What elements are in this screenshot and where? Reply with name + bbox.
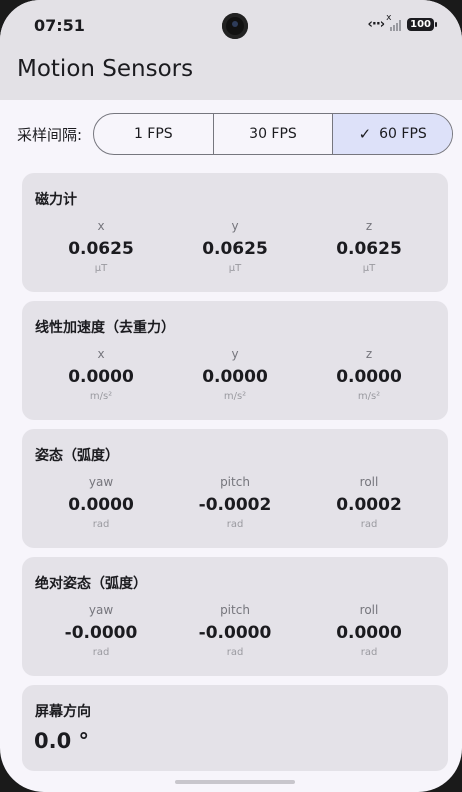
- sampling-label: 采样间隔:: [17, 125, 83, 144]
- axis-unit: rad: [226, 647, 244, 658]
- card-title: 屏幕方向: [35, 704, 91, 720]
- axis-unit: μT: [228, 263, 242, 274]
- axis-column: y 0.0000 m/s²: [168, 347, 302, 402]
- axis-unit: rad: [92, 647, 110, 658]
- axis-column: x 0.0625 μT: [34, 219, 168, 274]
- axis-column: yaw 0.0000 rad: [34, 475, 168, 530]
- top-app-bar: 07:51 ‹··› x 100 Motion Sensors: [0, 0, 462, 100]
- absolute-attitude-card: 绝对姿态（弧度） yaw -0.0000 rad pitch -0.0000 r…: [22, 557, 448, 676]
- phone-screen: 07:51 ‹··› x 100 Motion Sensors 采样间隔: 1 …: [0, 0, 462, 792]
- axis-label: yaw: [88, 603, 114, 617]
- linear-acceleration-card: 线性加速度（去重力） x 0.0000 m/s² y 0.0000 m/s² z…: [22, 301, 448, 420]
- home-indicator[interactable]: [175, 780, 295, 784]
- axis-value: 0.0625: [68, 239, 134, 259]
- axis-unit: m/s²: [89, 391, 113, 402]
- fps-option-label: 30 FPS: [249, 126, 297, 142]
- axis-label: y: [231, 219, 239, 233]
- axis-column: z 0.0000 m/s²: [302, 347, 436, 402]
- axis-label: z: [365, 219, 373, 233]
- axis-unit: rad: [360, 647, 378, 658]
- axis-label: roll: [359, 603, 379, 617]
- fps-option-1[interactable]: 1 FPS: [94, 114, 214, 154]
- fps-option-label: 1 FPS: [133, 126, 173, 142]
- axis-label: x: [97, 219, 105, 233]
- front-camera: [222, 13, 248, 39]
- axis-value: 0.0000: [68, 367, 134, 387]
- axis-column: pitch -0.0000 rad: [168, 603, 302, 658]
- orientation-value: 0.0 °: [34, 729, 90, 753]
- card-title: 磁力计: [35, 192, 77, 208]
- axis-value: 0.0000: [202, 367, 268, 387]
- axis-column: z 0.0625 μT: [302, 219, 436, 274]
- axis-label: x: [97, 347, 105, 361]
- axis-unit: m/s²: [223, 391, 247, 402]
- axis-value: 0.0625: [336, 239, 402, 259]
- axis-value: 0.0002: [336, 495, 402, 515]
- screen-orientation-card: 屏幕方向 0.0 °: [22, 685, 448, 771]
- axis-column: yaw -0.0000 rad: [34, 603, 168, 658]
- fps-option-30[interactable]: 30 FPS: [214, 114, 334, 154]
- axis-column: roll 0.0002 rad: [302, 475, 436, 530]
- axis-unit: rad: [360, 519, 378, 530]
- status-time: 07:51: [34, 16, 85, 35]
- axis-column: x 0.0000 m/s²: [34, 347, 168, 402]
- axis-unit: μT: [362, 263, 376, 274]
- axis-unit: rad: [226, 519, 244, 530]
- axis-value: -0.0000: [64, 623, 138, 643]
- signal-icon: x: [386, 13, 402, 31]
- fps-option-label: 60 FPS: [379, 126, 427, 142]
- axis-value: 0.0000: [336, 367, 402, 387]
- battery-icon: 100: [407, 18, 437, 31]
- axis-label: z: [365, 347, 373, 361]
- axis-column: y 0.0625 μT: [168, 219, 302, 274]
- status-icons: ‹··› x 100: [367, 13, 437, 32]
- check-icon: ✓: [358, 125, 372, 143]
- axis-label: pitch: [220, 475, 250, 489]
- page-title: Motion Sensors: [17, 56, 194, 82]
- axis-column: pitch -0.0002 rad: [168, 475, 302, 530]
- axis-value: -0.0000: [198, 623, 272, 643]
- axis-column: roll 0.0000 rad: [302, 603, 436, 658]
- axis-value: -0.0002: [198, 495, 272, 515]
- axis-unit: m/s²: [357, 391, 381, 402]
- sampling-row: 采样间隔: 1 FPS 30 FPS ✓ 60 FPS: [17, 113, 453, 155]
- axis-value: 0.0000: [336, 623, 402, 643]
- axis-label: pitch: [220, 603, 250, 617]
- attitude-card: 姿态（弧度） yaw 0.0000 rad pitch -0.0002 rad …: [22, 429, 448, 548]
- card-title: 绝对姿态（弧度）: [35, 576, 147, 592]
- axis-label: y: [231, 347, 239, 361]
- axis-value: 0.0625: [202, 239, 268, 259]
- axis-unit: rad: [92, 519, 110, 530]
- card-title: 线性加速度（去重力）: [35, 320, 175, 336]
- signal-mark: x: [386, 12, 392, 23]
- axis-label: yaw: [88, 475, 114, 489]
- magnetometer-card: 磁力计 x 0.0625 μT y 0.0625 μT z 0.0625 μT: [22, 173, 448, 292]
- axis-value: 0.0000: [68, 495, 134, 515]
- fps-segmented-control: 1 FPS 30 FPS ✓ 60 FPS: [93, 113, 453, 155]
- axis-label: roll: [359, 475, 379, 489]
- axis-unit: μT: [94, 263, 108, 274]
- card-title: 姿态（弧度）: [35, 448, 119, 464]
- fps-option-60[interactable]: ✓ 60 FPS: [333, 114, 452, 154]
- data-transfer-icon: ‹··›: [367, 17, 386, 32]
